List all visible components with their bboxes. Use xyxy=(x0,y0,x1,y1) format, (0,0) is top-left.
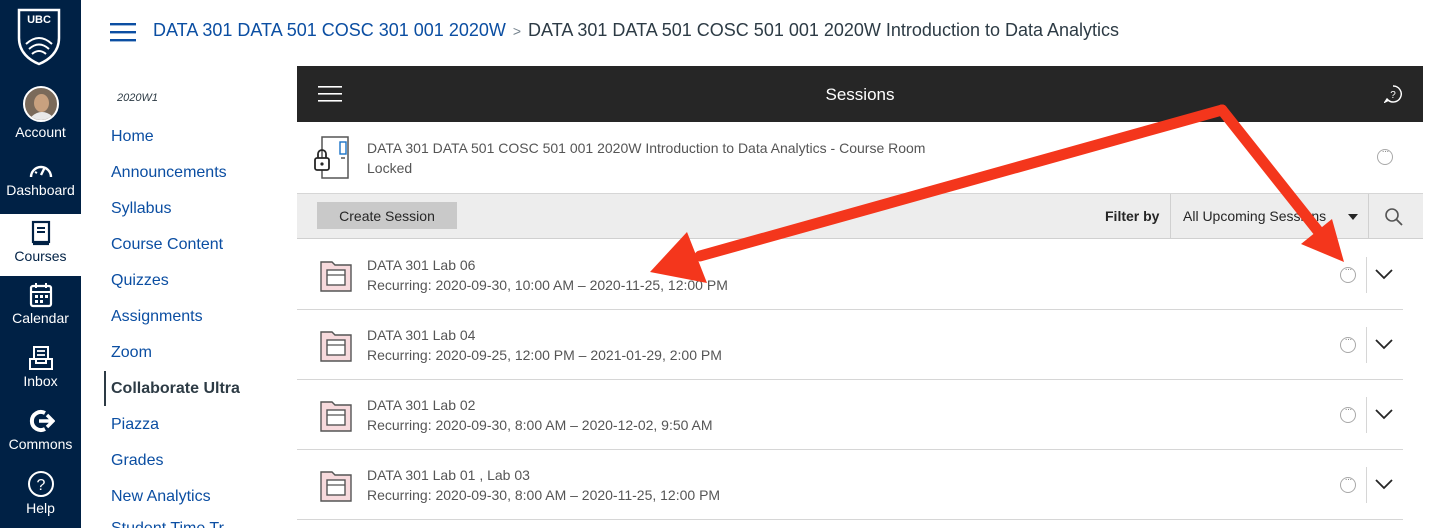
course-room-more-icon[interactable] xyxy=(1377,146,1393,165)
course-nav-piazza[interactable]: Piazza xyxy=(111,416,159,434)
session-row[interactable]: DATA 301 Lab 06 Recurring: 2020-09-30, 1… xyxy=(297,240,1403,310)
nav-inbox-label: Inbox xyxy=(23,373,58,389)
course-nav-grades[interactable]: Grades xyxy=(111,452,163,470)
help-bubble-icon[interactable]: ? xyxy=(1384,85,1402,103)
chevron-down-icon[interactable] xyxy=(1375,338,1393,350)
session-schedule: Recurring: 2020-09-25, 12:00 PM – 2021-0… xyxy=(367,347,722,363)
course-room-title: DATA 301 DATA 501 COSC 501 001 2020W Int… xyxy=(367,140,926,156)
session-more-icon[interactable] xyxy=(1340,334,1356,353)
calendar-icon xyxy=(29,283,52,308)
course-nav-syllabus[interactable]: Syllabus xyxy=(111,200,171,218)
divider xyxy=(1366,467,1367,503)
session-name: DATA 301 Lab 06 xyxy=(367,257,476,273)
breadcrumb-current: DATA 301 DATA 501 COSC 501 001 2020W Int… xyxy=(528,20,1120,40)
nav-calendar[interactable]: Calendar xyxy=(0,282,81,326)
session-row[interactable]: DATA 301 Lab 04 Recurring: 2020-09-25, 1… xyxy=(297,310,1403,380)
nav-help[interactable]: ? Help xyxy=(0,470,81,516)
nav-inbox[interactable]: Inbox xyxy=(0,345,81,389)
course-nav-student-time[interactable]: Student Time Tr xyxy=(111,520,224,528)
session-name: DATA 301 Lab 02 xyxy=(367,397,476,413)
nav-commons-label: Commons xyxy=(8,436,73,452)
dashboard-icon xyxy=(29,165,52,178)
filter-select[interactable]: All Upcoming Sessions xyxy=(1170,194,1369,239)
session-row[interactable]: DATA 301 Lab 02 Recurring: 2020-09-30, 8… xyxy=(297,380,1403,450)
courses-icon xyxy=(31,220,50,246)
session-more-icon[interactable] xyxy=(1340,474,1356,493)
session-calendar-icon xyxy=(320,261,352,292)
nav-calendar-label: Calendar xyxy=(12,310,69,326)
nav-commons[interactable]: Commons xyxy=(0,408,81,452)
sessions-toolbar: Create Session Filter by All Upcoming Se… xyxy=(297,194,1423,239)
inbox-icon xyxy=(28,346,53,370)
breadcrumb-separator: > xyxy=(512,23,522,39)
ubc-logo[interactable]: UBC xyxy=(17,8,61,66)
divider xyxy=(1366,257,1367,293)
svg-text:?: ? xyxy=(1390,90,1396,101)
nav-courses[interactable]: Courses xyxy=(0,214,81,276)
nav-account[interactable]: Account xyxy=(0,86,81,140)
session-calendar-icon xyxy=(320,331,352,362)
session-name: DATA 301 Lab 04 xyxy=(367,327,476,343)
course-room-status: Locked xyxy=(367,160,413,176)
nav-help-label: Help xyxy=(26,500,55,516)
divider xyxy=(1366,327,1367,363)
session-calendar-icon xyxy=(320,471,352,502)
avatar xyxy=(22,86,59,122)
course-nav-zoom[interactable]: Zoom xyxy=(111,344,152,362)
global-nav: UBC Account Dashboard Courses Calendar I… xyxy=(0,0,81,528)
breadcrumb-course-link[interactable]: DATA 301 DATA 501 COSC 301 001 2020W xyxy=(153,20,506,40)
active-indicator xyxy=(104,371,106,406)
locked-door-icon xyxy=(314,136,349,179)
chevron-down-icon[interactable] xyxy=(1375,478,1393,490)
filter-label: Filter by xyxy=(1105,208,1160,224)
course-nav-announcements[interactable]: Announcements xyxy=(111,164,227,182)
nav-dashboard-label: Dashboard xyxy=(6,182,75,198)
course-nav-assignments[interactable]: Assignments xyxy=(111,308,203,326)
create-session-button[interactable]: Create Session xyxy=(317,202,457,229)
session-name: DATA 301 Lab 01 , Lab 03 xyxy=(367,467,530,483)
session-schedule: Recurring: 2020-09-30, 8:00 AM – 2020-11… xyxy=(367,487,721,503)
session-more-icon[interactable] xyxy=(1340,404,1356,423)
chevron-down-icon[interactable] xyxy=(1375,408,1393,420)
logo-text: UBC xyxy=(27,14,51,26)
breadcrumb: DATA 301 DATA 501 COSC 301 001 2020W > DAT… xyxy=(153,20,1119,41)
nav-dashboard[interactable]: Dashboard xyxy=(0,160,81,198)
session-calendar-icon xyxy=(320,401,352,432)
nav-account-label: Account xyxy=(15,124,66,140)
session-row[interactable]: DATA 301 Lab 01 , Lab 03 Recurring: 2020… xyxy=(297,450,1403,520)
course-menu-toggle-icon[interactable] xyxy=(110,22,136,42)
course-nav-collaborate-ultra[interactable]: Collaborate Ultra xyxy=(111,380,240,398)
session-schedule: Recurring: 2020-09-30, 8:00 AM – 2020-12… xyxy=(367,417,713,433)
help-icon: ? xyxy=(27,471,54,497)
caret-down-icon xyxy=(1348,214,1358,220)
search-icon[interactable] xyxy=(1384,207,1404,227)
course-room[interactable]: DATA 301 DATA 501 COSC 501 001 2020W Int… xyxy=(297,122,1423,194)
commons-icon xyxy=(29,410,55,432)
svg-text:?: ? xyxy=(36,477,45,494)
nav-courses-label: Courses xyxy=(14,248,67,264)
course-nav-new-analytics[interactable]: New Analytics xyxy=(111,488,211,506)
course-term: 2020W1 xyxy=(117,92,158,104)
sessions-header: Sessions ? xyxy=(297,66,1423,122)
divider xyxy=(1366,397,1367,433)
course-nav-quizzes[interactable]: Quizzes xyxy=(111,272,169,290)
session-more-icon[interactable] xyxy=(1340,264,1356,283)
course-nav-home[interactable]: Home xyxy=(111,128,154,146)
course-nav-course-content[interactable]: Course Content xyxy=(111,236,223,254)
filter-value: All Upcoming Sessions xyxy=(1183,208,1327,224)
collaborate-panel: Sessions ? DATA 301 DATA 501 COSC 501 00… xyxy=(297,66,1423,528)
chevron-down-icon[interactable] xyxy=(1375,268,1393,280)
sessions-title: Sessions xyxy=(825,85,895,104)
session-schedule: Recurring: 2020-09-30, 10:00 AM – 2020-1… xyxy=(367,277,728,293)
